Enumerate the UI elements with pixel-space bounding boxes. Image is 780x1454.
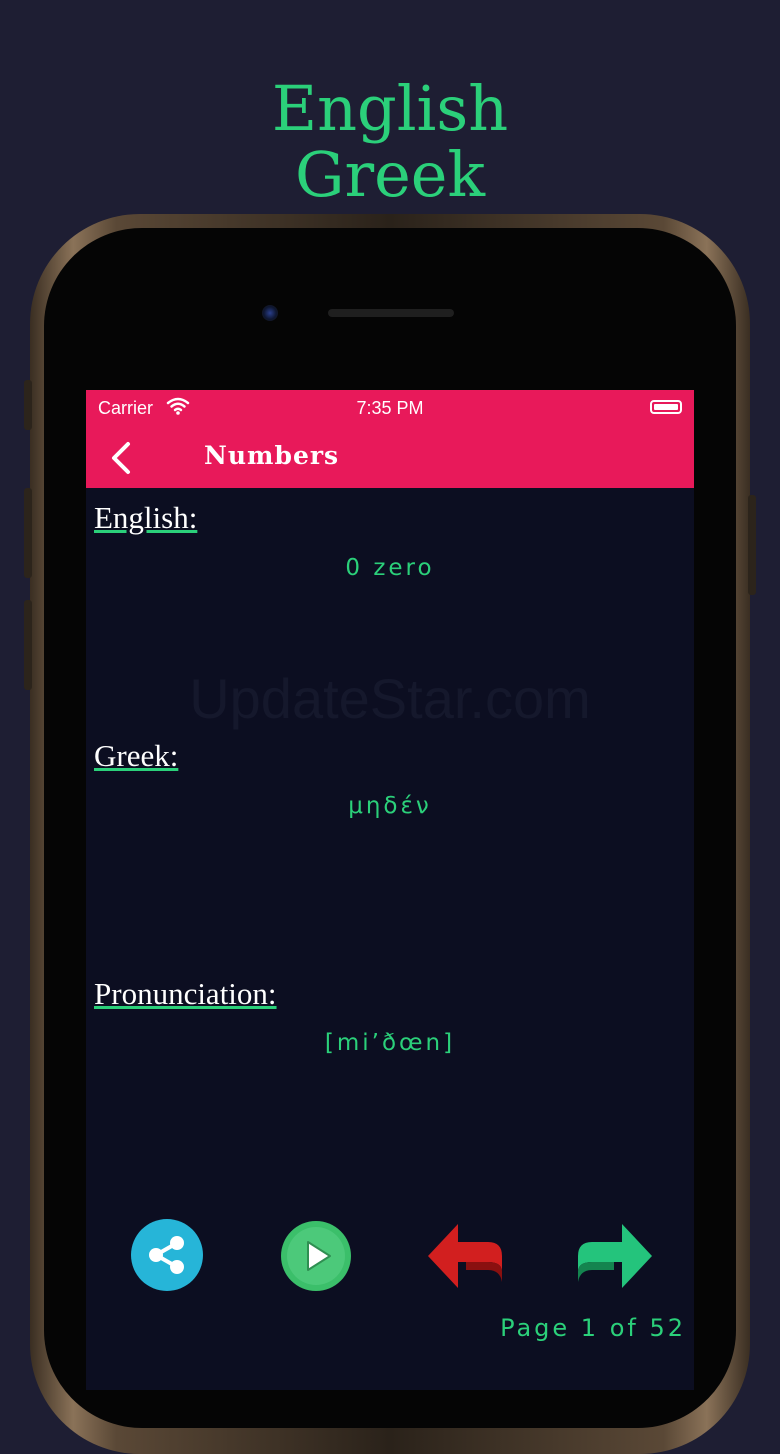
- arrow-right-icon: [578, 1224, 652, 1288]
- battery-icon: [650, 400, 682, 414]
- nav-title: Numbers: [204, 441, 340, 470]
- play-icon: [281, 1221, 351, 1291]
- promo-title: English Greek: [0, 76, 780, 208]
- app-screen: Carrier 7:35 PM Numbers UpdateStar.com E…: [86, 390, 694, 1390]
- earpiece-speaker: [328, 309, 454, 317]
- status-bar: Carrier 7:35 PM: [86, 390, 694, 426]
- share-icon: [131, 1219, 203, 1291]
- back-button[interactable]: [104, 440, 140, 476]
- watermark: UpdateStar.com: [189, 667, 591, 730]
- pronunciation-label: Pronunciation:: [94, 976, 277, 1011]
- promo-title-line2: Greek: [294, 138, 486, 211]
- phone-volume-down-button: [24, 600, 32, 690]
- play-button[interactable]: [280, 1220, 352, 1296]
- english-label: English:: [94, 500, 198, 535]
- front-camera: [262, 305, 278, 321]
- greek-label: Greek:: [94, 738, 179, 773]
- page-indicator: Page 1 of 52: [500, 1314, 686, 1342]
- phone-volume-up-button: [24, 488, 32, 578]
- status-time: 7:35 PM: [356, 398, 424, 418]
- english-value: 0 zero: [345, 555, 435, 581]
- next-button[interactable]: [574, 1222, 654, 1294]
- nav-bar: Numbers: [86, 426, 694, 488]
- greek-value: μηδέν: [348, 793, 432, 819]
- previous-button[interactable]: [426, 1222, 506, 1294]
- share-button[interactable]: [130, 1218, 204, 1296]
- promo-title-line1: English: [271, 72, 509, 145]
- phone-power-button: [748, 495, 756, 595]
- arrow-left-icon: [428, 1224, 502, 1288]
- pronunciation-value: [mi’ðœn]: [324, 1030, 456, 1056]
- chevron-left-icon: [112, 442, 130, 474]
- phone-silent-switch: [24, 380, 32, 430]
